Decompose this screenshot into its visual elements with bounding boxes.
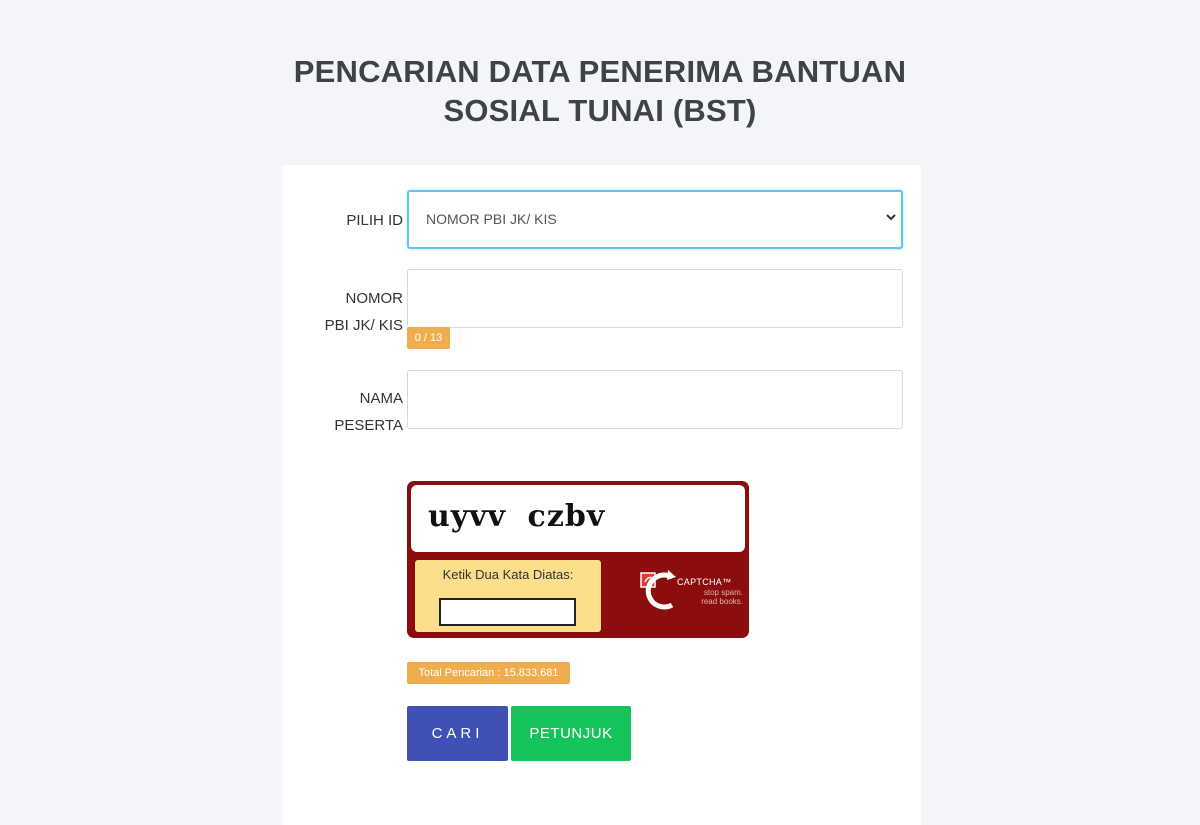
id-type-selected-value: NOMOR PBI JK/ KIS [426, 211, 557, 227]
captcha-image: uyvv czbv [411, 485, 745, 552]
recaptcha-logo: CAPTCHA™ stop spam. read books. [639, 565, 747, 621]
recaptcha-refresh-icon[interactable] [639, 567, 679, 615]
captcha-input[interactable] [439, 598, 576, 626]
id-number-input[interactable] [407, 269, 903, 328]
recaptcha-logo-text: CAPTCHA™ [677, 577, 732, 587]
id-number-label-line-2: PBI JK/ KIS [324, 317, 403, 334]
page-title-line-1: PENCARIAN DATA PENERIMA BANTUAN [293, 54, 907, 89]
id-number-label: NOMOR PBI JK/ KIS [283, 285, 403, 339]
character-counter-badge: 0 / 13 [407, 327, 450, 349]
captcha-words: uyvv czbv [428, 499, 606, 534]
participant-name-input[interactable] [407, 370, 903, 429]
id-number-label-line-1: NOMOR [345, 290, 404, 307]
captcha-widget: uyvv czbv Ketik Dua Kata Diatas: CAPTCHA… [407, 481, 749, 638]
captcha-instruction: Ketik Dua Kata Diatas: [442, 567, 574, 582]
id-type-label: PILIH ID [346, 212, 403, 229]
captcha-entry-area: Ketik Dua Kata Diatas: [415, 560, 601, 632]
search-form-card: PILIH ID NOMOR PBI JK/ KIS NOMOR PBI JK/… [283, 165, 921, 825]
page-title-line-2: SOSIAL TUNAI (BST) [443, 93, 757, 128]
participant-name-label-line-1: NAMA [359, 390, 403, 407]
help-button[interactable]: PETUNJUK [511, 706, 631, 761]
recaptcha-tagline-line-1: stop spam. [703, 588, 743, 597]
recaptcha-tagline-line-2: read books. [701, 597, 743, 606]
chevron-down-icon [886, 214, 896, 221]
search-button[interactable]: CARI [407, 706, 508, 761]
recaptcha-tagline: stop spam. read books. [681, 588, 743, 606]
participant-name-label: NAMA PESERTA [283, 385, 403, 439]
total-search-badge: Total Pencarian : 15.833.681 [407, 662, 570, 684]
page-title: PENCARIAN DATA PENERIMA BANTUAN SOSIAL T… [0, 52, 1200, 130]
participant-name-label-line-2: PESERTA [334, 417, 403, 434]
id-type-select[interactable]: NOMOR PBI JK/ KIS [407, 190, 903, 249]
